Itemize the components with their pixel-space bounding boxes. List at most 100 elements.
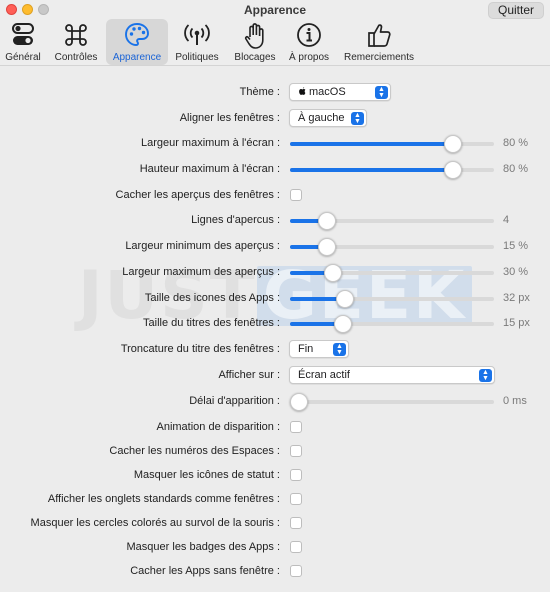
max-height-slider[interactable] <box>290 161 494 179</box>
tab-label: Contrôles <box>54 52 98 63</box>
title-truncation-popup[interactable]: Fin ▲ ▼ <box>289 340 349 358</box>
hide-status-icons-checkbox[interactable] <box>290 469 302 481</box>
slider-knob[interactable] <box>290 393 308 411</box>
title-size-slider[interactable] <box>290 315 494 333</box>
tab-remerciements[interactable]: Remerciements <box>341 19 417 65</box>
hide-windowless-checkbox[interactable] <box>290 565 302 577</box>
setting-hide-spaces: Cacher les numéros des Espaces : <box>0 442 550 462</box>
apple-icon <box>299 87 306 95</box>
appear-delay-value: 0 ms <box>503 395 527 407</box>
show-on-label: Afficher sur : <box>218 369 280 381</box>
palette-icon <box>125 23 149 46</box>
hide-spaces-checkbox[interactable] <box>290 445 302 457</box>
app-icon-size-label: Taille des icones des Apps : <box>144 292 280 304</box>
chevron-updown-icon: ▲ ▼ <box>333 343 346 356</box>
title-truncation-label: Troncature du titre des fenêtres : <box>120 343 280 355</box>
max-width-label: Largeur maximum à l'écran : <box>140 137 280 149</box>
max-height-label: Hauteur maximum à l'écran : <box>139 163 280 175</box>
tab-label: Remerciements <box>343 52 415 63</box>
setting-theme: Thème : macOS ▲ ▼ <box>0 83 550 103</box>
min-preview-width-slider[interactable] <box>290 238 494 256</box>
appear-delay-label: Délai d'apparition : <box>189 395 280 407</box>
hide-previews-label: Cacher les aperçus des fenêtres : <box>115 189 280 201</box>
chevron-updown-icon: ▲ ▼ <box>351 112 364 125</box>
hide-status-icons-label: Masquer les icônes de statut : <box>133 469 280 481</box>
setting-disappear-anim: Animation de disparition : <box>0 418 550 438</box>
slider-knob[interactable] <box>336 290 355 308</box>
max-preview-width-slider[interactable] <box>290 264 494 282</box>
setting-show-tabs: Afficher les onglets standards comme fen… <box>0 490 550 510</box>
quit-button[interactable]: Quitter <box>488 2 544 19</box>
hide-hover-circles-checkbox[interactable] <box>290 517 302 529</box>
max-width-slider[interactable] <box>290 135 494 153</box>
setting-title-size: Taille du titres des fenêtres : 15 px <box>0 314 550 334</box>
align-value: À gauche <box>298 112 345 124</box>
tab-general[interactable]: Général <box>0 19 46 65</box>
info-icon <box>297 23 321 47</box>
hide-badges-label: Masquer les badges des Apps : <box>126 541 280 553</box>
setting-preview-lines: Lignes d'apercus : 4 <box>0 211 550 231</box>
disappear-anim-label: Animation de disparition : <box>156 421 280 433</box>
slider-knob[interactable] <box>444 135 463 153</box>
chevron-updown-icon: ▲ ▼ <box>375 86 388 99</box>
max-preview-width-label: Largeur maximum des aperçus : <box>122 266 280 278</box>
title-truncation-value: Fin <box>298 343 314 355</box>
tab-label: Politiques <box>175 52 219 63</box>
setting-show-on: Afficher sur : Écran actif ▲ ▼ <box>0 366 550 386</box>
hide-hover-circles-label: Masquer les cercles colorés au survol de… <box>30 517 280 529</box>
thumbs-up-icon <box>368 24 391 47</box>
tab-label: Blocages <box>234 52 276 63</box>
app-icon-size-slider[interactable] <box>290 290 494 308</box>
hide-windowless-label: Cacher les Apps sans fenêtre : <box>130 565 280 577</box>
tab-label: Général <box>5 52 41 63</box>
setting-hide-status-icons: Masquer les icônes de statut : <box>0 466 550 486</box>
setting-appear-delay: Délai d'apparition : 0 ms <box>0 392 550 412</box>
title-bar: Apparence Quitter Général Contrôles Appa… <box>0 0 550 66</box>
hide-previews-checkbox[interactable] <box>290 189 302 201</box>
show-tabs-checkbox[interactable] <box>290 493 302 505</box>
setting-max-width: Largeur maximum à l'écran : 80 % <box>0 134 550 154</box>
align-popup[interactable]: À gauche ▲ ▼ <box>289 109 367 127</box>
tab-blocages[interactable]: Blocages <box>230 19 280 65</box>
theme-popup[interactable]: macOS ▲ ▼ <box>289 83 391 101</box>
command-icon <box>65 24 87 46</box>
window-title: Apparence <box>243 3 307 17</box>
max-width-value: 80 % <box>503 137 529 149</box>
slider-knob[interactable] <box>334 315 353 333</box>
setting-app-icon-size: Taille des icones des Apps : 32 px <box>0 289 550 309</box>
disappear-anim-checkbox[interactable] <box>290 421 302 433</box>
title-size-label: Taille du titres des fenêtres : <box>143 317 280 329</box>
setting-max-preview-width: Largeur maximum des aperçus : 30 % <box>0 263 550 283</box>
appear-delay-slider[interactable] <box>290 393 494 411</box>
theme-label: Thème : <box>239 86 280 98</box>
hide-badges-checkbox[interactable] <box>290 541 302 553</box>
setting-min-preview-width: Largeur minimum des aperçus : 15 % <box>0 237 550 257</box>
slider-knob[interactable] <box>317 238 336 256</box>
show-on-popup[interactable]: Écran actif ▲ ▼ <box>289 366 495 384</box>
setting-hide-hover-circles: Masquer les cercles colorés au survol de… <box>0 514 550 534</box>
tab-politiques[interactable]: Politiques <box>171 19 223 65</box>
setting-hide-badges: Masquer les badges des Apps : <box>0 538 550 558</box>
toggles-icon <box>12 23 34 45</box>
preview-lines-label: Lignes d'apercus : <box>191 214 280 226</box>
slider-knob[interactable] <box>444 161 463 179</box>
tab-a-propos[interactable]: À propos <box>284 19 334 65</box>
chevron-updown-icon: ▲ ▼ <box>479 369 492 382</box>
show-on-value: Écran actif <box>298 369 350 381</box>
app-icon-size-value: 32 px <box>503 292 530 304</box>
slider-knob[interactable] <box>323 264 342 282</box>
slider-knob[interactable] <box>317 212 336 230</box>
setting-align: Aligner les fenêtres : À gauche ▲ ▼ <box>0 109 550 129</box>
tab-label: Apparence <box>112 52 162 63</box>
tab-controles[interactable]: Contrôles <box>50 19 102 65</box>
align-label: Aligner les fenêtres : <box>179 112 280 124</box>
tab-label: À propos <box>288 52 330 63</box>
tab-apparence[interactable]: Apparence <box>106 19 168 65</box>
setting-hide-windowless: Cacher les Apps sans fenêtre : <box>0 562 550 582</box>
broadcast-icon <box>184 24 210 45</box>
title-size-value: 15 px <box>503 317 530 329</box>
hand-icon <box>244 23 264 49</box>
min-preview-width-value: 15 % <box>503 240 529 252</box>
preview-lines-slider[interactable] <box>290 212 494 230</box>
tab-bar: Général Contrôles Apparence Politiques B… <box>0 19 550 65</box>
